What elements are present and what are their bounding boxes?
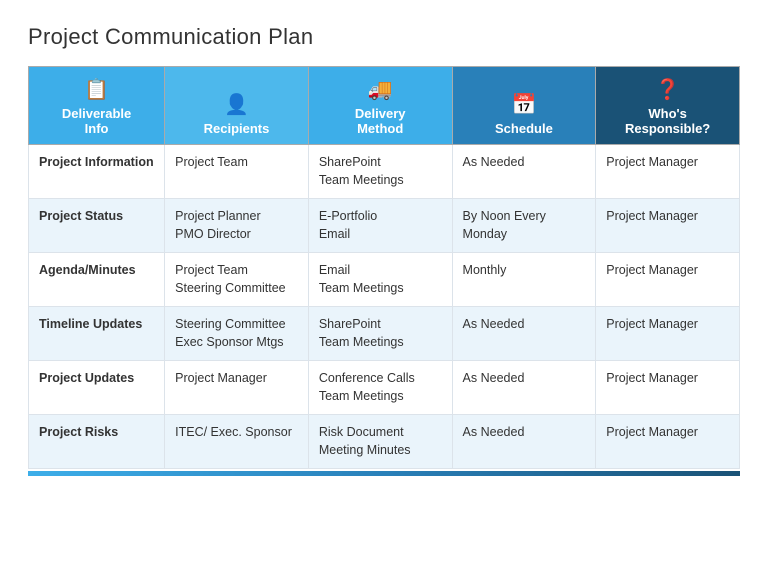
bottom-bar (28, 471, 740, 476)
cell-schedule: As Needed (452, 361, 596, 415)
col-header-responsible: ❓ Who'sResponsible? (596, 67, 740, 145)
cell-responsible: Project Manager (596, 199, 740, 253)
cell-responsible: Project Manager (596, 307, 740, 361)
cell-responsible: Project Manager (596, 361, 740, 415)
delivery-icon: 🚚 (317, 77, 444, 102)
deliverable-icon: 📋 (37, 77, 156, 102)
cell-schedule: As Needed (452, 145, 596, 199)
cell-responsible: Project Manager (596, 253, 740, 307)
recipients-icon: 👤 (173, 92, 300, 117)
cell-recipients: Project Team (165, 145, 309, 199)
cell-deliverable: Project Information (29, 145, 165, 199)
cell-schedule: As Needed (452, 415, 596, 469)
table-row: Timeline UpdatesSteering CommitteeExec S… (29, 307, 740, 361)
cell-deliverable: Project Updates (29, 361, 165, 415)
col-header-deliverable-label: DeliverableInfo (62, 106, 131, 136)
cell-schedule: As Needed (452, 307, 596, 361)
col-header-recipients-label: Recipients (204, 121, 270, 136)
cell-recipients: ITEC/ Exec. Sponsor (165, 415, 309, 469)
cell-schedule: By Noon EveryMonday (452, 199, 596, 253)
col-header-schedule: 📅 Schedule (452, 67, 596, 145)
cell-responsible: Project Manager (596, 415, 740, 469)
table-row: Agenda/MinutesProject TeamSteering Commi… (29, 253, 740, 307)
cell-deliverable: Timeline Updates (29, 307, 165, 361)
col-header-responsible-label: Who'sResponsible? (625, 106, 710, 136)
cell-responsible: Project Manager (596, 145, 740, 199)
cell-schedule: Monthly (452, 253, 596, 307)
col-header-delivery-label: DeliveryMethod (355, 106, 406, 136)
cell-deliverable: Project Risks (29, 415, 165, 469)
table-body: Project InformationProject TeamSharePoin… (29, 145, 740, 469)
col-header-recipients: 👤 Recipients (165, 67, 309, 145)
communication-plan-table: 📋 DeliverableInfo 👤 Recipients 🚚 Deliver… (28, 66, 740, 469)
table-header-row: 📋 DeliverableInfo 👤 Recipients 🚚 Deliver… (29, 67, 740, 145)
cell-delivery: EmailTeam Meetings (308, 253, 452, 307)
col-header-delivery: 🚚 DeliveryMethod (308, 67, 452, 145)
cell-recipients: Project Manager (165, 361, 309, 415)
col-header-schedule-label: Schedule (495, 121, 553, 136)
cell-delivery: SharePointTeam Meetings (308, 307, 452, 361)
cell-delivery: Conference CallsTeam Meetings (308, 361, 452, 415)
page-title: Project Communication Plan (28, 24, 740, 50)
cell-delivery: SharePointTeam Meetings (308, 145, 452, 199)
schedule-icon: 📅 (461, 92, 588, 117)
table-row: Project RisksITEC/ Exec. SponsorRisk Doc… (29, 415, 740, 469)
responsible-icon: ❓ (604, 77, 731, 102)
cell-recipients: Steering CommitteeExec Sponsor Mtgs (165, 307, 309, 361)
cell-deliverable: Project Status (29, 199, 165, 253)
table-row: Project InformationProject TeamSharePoin… (29, 145, 740, 199)
cell-recipients: Project TeamSteering Committee (165, 253, 309, 307)
cell-deliverable: Agenda/Minutes (29, 253, 165, 307)
cell-delivery: Risk DocumentMeeting Minutes (308, 415, 452, 469)
table-row: Project UpdatesProject ManagerConference… (29, 361, 740, 415)
table-row: Project StatusProject PlannerPMO Directo… (29, 199, 740, 253)
cell-delivery: E-PortfolioEmail (308, 199, 452, 253)
cell-recipients: Project PlannerPMO Director (165, 199, 309, 253)
col-header-deliverable: 📋 DeliverableInfo (29, 67, 165, 145)
